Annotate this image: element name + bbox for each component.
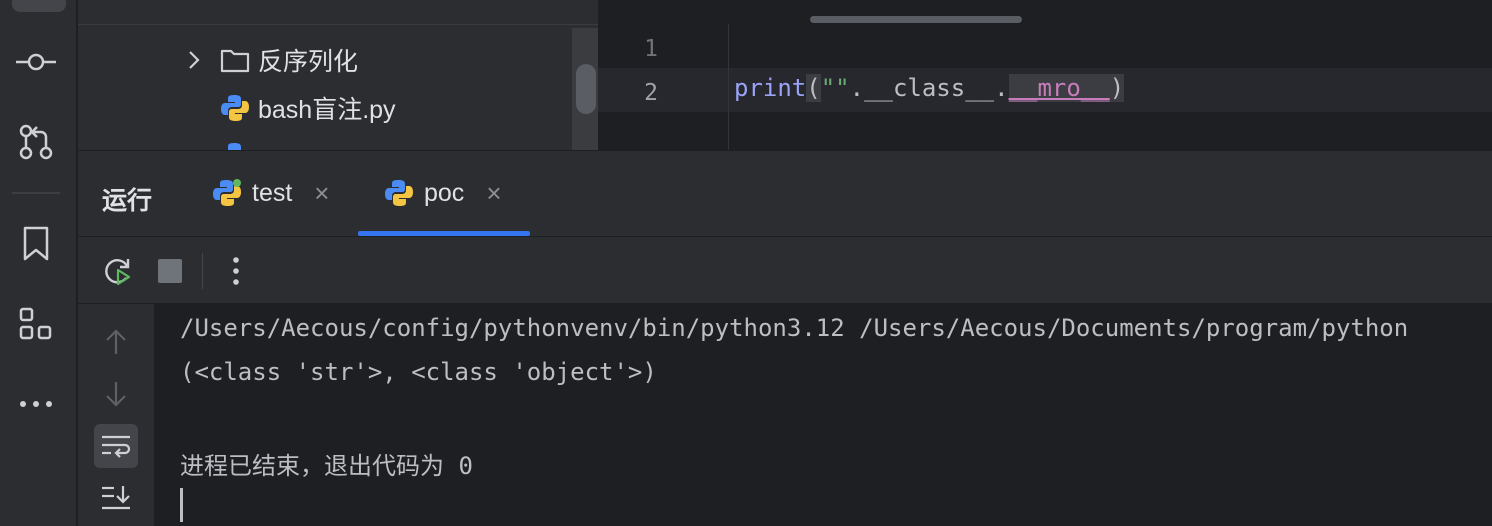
scroll-down-button[interactable]: [94, 372, 138, 416]
tree-item-folder[interactable]: 反序列化: [220, 38, 358, 82]
code-token-paren: ): [1109, 74, 1125, 102]
gutter-divider: [728, 24, 729, 150]
code-token-attribute: __class__: [864, 74, 995, 102]
tree-item-label: 反序列化: [258, 48, 359, 76]
console-line: /Users/Aecous/config/pythonvenv/bin/pyth…: [180, 314, 1409, 342]
tree-item-label: bash盲注.py: [258, 96, 396, 124]
commit-icon[interactable]: [14, 40, 58, 84]
run-tool-window: 运行 test × poc × /Users/Aecous/config/pyt…: [78, 150, 1492, 526]
console-output[interactable]: /Users/Aecous/config/pythonvenv/bin/pyth…: [154, 304, 1492, 526]
pull-requests-icon[interactable]: [14, 120, 58, 164]
tab-poc[interactable]: poc ×: [384, 169, 502, 217]
line-number: 2: [644, 80, 658, 106]
tab-label: test: [252, 178, 293, 207]
text-cursor: [180, 488, 183, 522]
scroll-to-end-button[interactable]: [94, 476, 138, 520]
scroll-to-end-icon: [102, 486, 130, 510]
tabs-divider: [78, 236, 1492, 237]
tree-top-divider: [78, 24, 598, 25]
stop-button[interactable]: [150, 249, 190, 293]
stripe-divider: [12, 192, 60, 194]
code-token-dot: .: [849, 74, 865, 102]
tree-item-file[interactable]: bash盲注.py: [220, 86, 396, 130]
structure-icon[interactable]: [14, 302, 58, 346]
code-token-string: "": [820, 74, 850, 102]
project-tool-button[interactable]: [12, 0, 66, 12]
arrow-down-icon: [106, 382, 126, 407]
console-line: 进程已结束，退出代码为 0: [180, 452, 473, 480]
arrow-up-icon: [106, 329, 126, 354]
run-panel-title: 运行: [102, 187, 153, 215]
chevron-right-icon[interactable]: [184, 48, 204, 72]
scroll-up-button[interactable]: [94, 320, 138, 364]
tree-scrollbar-thumb[interactable]: [576, 64, 596, 114]
tab-label: poc: [424, 178, 465, 207]
python-file-icon: [228, 143, 241, 150]
tree-item-file[interactable]: [220, 134, 258, 150]
close-tab-icon[interactable]: ×: [486, 178, 501, 209]
python-run-config-icon: [213, 179, 241, 206]
tab-test[interactable]: test ×: [212, 169, 329, 217]
tool-stripe: [0, 0, 77, 526]
more-options-button[interactable]: [216, 249, 256, 293]
console-line: (<class 'str'>, <class 'object'>): [180, 358, 657, 386]
line-number: 1: [644, 36, 658, 62]
code-token-mro: __mro__: [1008, 74, 1110, 102]
editor-horizontal-scrollbar[interactable]: [810, 16, 1022, 23]
bookmarks-icon[interactable]: [14, 222, 58, 266]
python-file-icon: [221, 95, 249, 121]
folder-icon: [220, 49, 250, 73]
project-tree: 反序列化 bash盲注.py: [78, 0, 598, 150]
soft-wrap-button[interactable]: [94, 424, 138, 468]
soft-wrap-icon: [102, 435, 131, 458]
code-token-dot: .: [994, 74, 1009, 102]
code-token-function: print: [734, 74, 807, 102]
close-tab-icon[interactable]: ×: [314, 178, 329, 209]
more-vertical-icon: [233, 257, 239, 285]
rerun-icon: [105, 259, 131, 286]
code-token-paren: (: [806, 74, 821, 102]
toolbar-divider: [202, 253, 203, 289]
rerun-button[interactable]: [98, 249, 138, 293]
console-side-toolbar: [78, 304, 154, 526]
more-tools-icon[interactable]: [14, 382, 58, 426]
python-run-config-icon: [385, 180, 413, 206]
code-line[interactable]: print("".__class__.__mro__): [734, 74, 1125, 102]
code-editor[interactable]: 1 2 print("".__class__.__mro__): [598, 0, 1492, 150]
stop-icon: [158, 259, 182, 283]
